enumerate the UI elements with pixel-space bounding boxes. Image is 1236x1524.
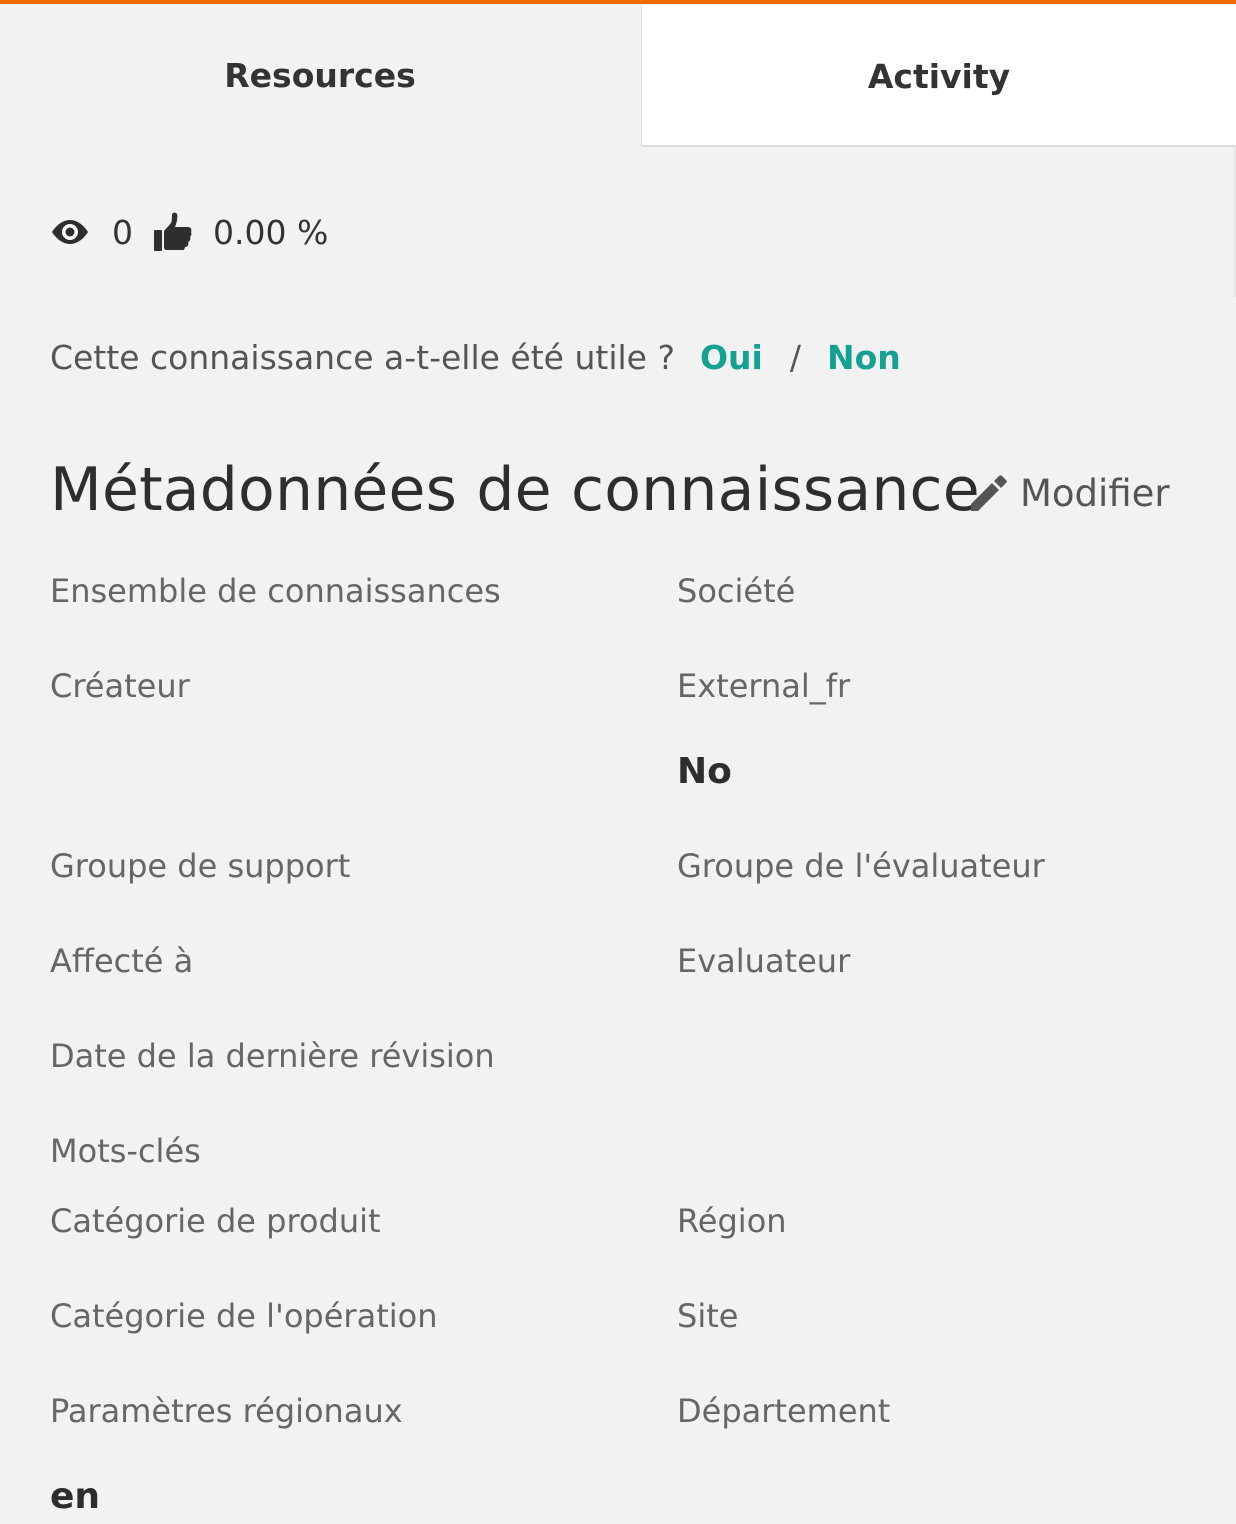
field-support-group: Groupe de support [50,847,351,885]
field-knowledge-base: Ensemble de connaissances [50,572,501,610]
pencil-icon [968,474,1008,514]
section-title: Métadonnées de connaissance [50,455,980,525]
stats-row: 0 0.00 % [50,205,328,259]
feedback-no-link[interactable]: Non [827,338,901,377]
field-operation-category: Catégorie de l'opération [50,1297,438,1335]
field-region: Région [677,1202,787,1240]
feedback-question: Cette connaissance a-t-elle été utile ? [50,337,675,377]
field-creator: Créateur [50,667,190,705]
field-product-category: Catégorie de produit [50,1202,381,1240]
creator-value: External_fr [677,667,851,705]
eye-icon [50,219,90,245]
tab-activity[interactable]: Activity [641,4,1236,147]
field-reviewer: Evaluateur [677,942,851,980]
field-keywords: Mots-clés [50,1132,201,1170]
feedback-yes-link[interactable]: Oui [700,338,763,377]
field-site: Site [677,1297,739,1335]
field-company: Société [677,572,796,610]
locale-value: en [50,1476,101,1517]
feedback-separator: / [789,337,801,377]
rating-percent: 0.00 % [213,212,329,252]
field-last-review-date: Date de la dernière révision [50,1037,495,1075]
view-count: 0 [112,212,133,252]
edit-label: Modifier [1020,472,1170,515]
field-reviewer-group: Groupe de l'évaluateur [677,847,1045,885]
tab-bar: Resources Activity [0,4,1236,147]
edit-button[interactable]: Modifier [968,472,1170,515]
field-assigned-to: Affecté à [50,942,194,980]
thumbs-up-icon [153,211,193,253]
field-department: Département [677,1392,891,1430]
tab-resources[interactable]: Resources [0,4,640,147]
field-locale: Paramètres régionaux [50,1392,403,1430]
feedback-row: Cette connaissance a-t-elle été utile ? … [50,330,901,384]
flag-value: No [677,751,732,792]
